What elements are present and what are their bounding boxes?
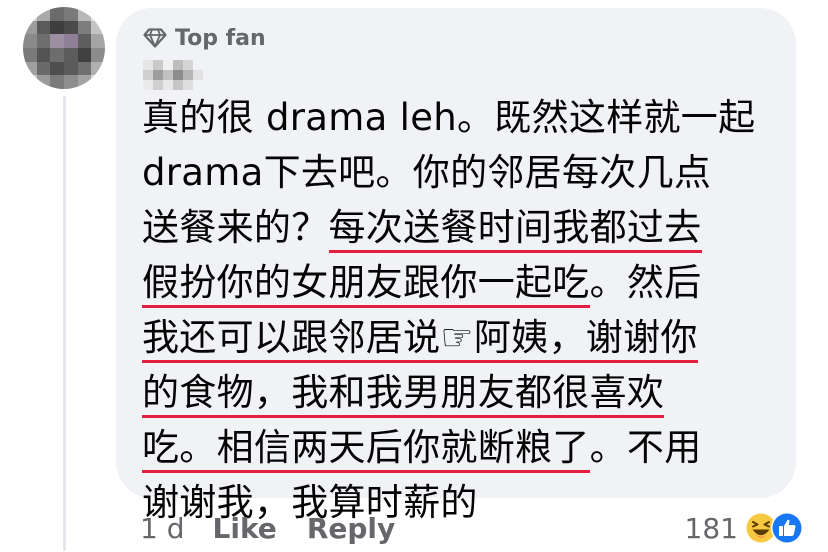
reaction-count: 181 <box>684 511 738 545</box>
comment-text-segment: 真的很 drama leh。既然这样就一起 <box>142 96 756 139</box>
like-thumb-icon <box>770 511 804 545</box>
underlined-text: 每次送餐时间我都过去 <box>328 206 702 253</box>
like-button[interactable]: Like <box>213 512 277 545</box>
comment-text-segment: 。然后 <box>589 261 702 304</box>
underlined-text: 的食物，我和我男朋友都很喜欢 <box>142 371 665 418</box>
underlined-text: 我还可以跟邻居说☞阿姨，谢谢你 <box>142 316 698 363</box>
comment-line: 我还可以跟邻居说☞阿姨，谢谢你 <box>142 310 792 365</box>
underlined-text: 假扮你的女朋友跟你一起吃 <box>142 261 590 308</box>
comment-text-segment: drama下去吧。你的邻居每次几点 <box>142 151 712 194</box>
timestamp[interactable]: 1 d <box>140 512 185 545</box>
thread-line <box>63 96 66 551</box>
comment-line: drama下去吧。你的邻居每次几点 <box>142 145 792 200</box>
diamond-icon <box>143 28 167 48</box>
comment-line: 送餐来的？每次送餐时间我都过去 <box>142 200 792 255</box>
reaction-summary[interactable]: 181 <box>685 508 804 548</box>
comment-text: 真的很 drama leh。既然这样就一起 drama下去吧。你的邻居每次几点 送餐… <box>142 90 792 530</box>
comment-line: 的食物，我和我男朋友都很喜欢 <box>142 365 792 420</box>
comment-line: 真的很 drama leh。既然这样就一起 <box>142 90 792 145</box>
top-fan-badge[interactable]: Top fan <box>143 22 266 54</box>
comment-line: 假扮你的女朋友跟你一起吃。然后 <box>142 255 792 310</box>
reaction-icons <box>744 511 804 545</box>
underlined-text: 吃。相信两天后你就断粮了 <box>142 426 590 473</box>
reply-button[interactable]: Reply <box>307 512 395 545</box>
author-name-blurred[interactable] <box>143 60 203 90</box>
comment-text-segment: 送餐来的？ <box>142 206 329 249</box>
comment-text-segment: 。不用 <box>589 426 702 469</box>
comment-line: 吃。相信两天后你就断粮了。不用 <box>142 420 792 475</box>
comment-bubble: Top fan 真的很 drama leh。既然这样就一起 drama下去吧。你的… <box>116 8 796 524</box>
comment-actions: 1 d Like Reply <box>140 508 425 548</box>
avatar[interactable] <box>23 7 105 89</box>
badge-label: Top fan <box>175 25 266 51</box>
